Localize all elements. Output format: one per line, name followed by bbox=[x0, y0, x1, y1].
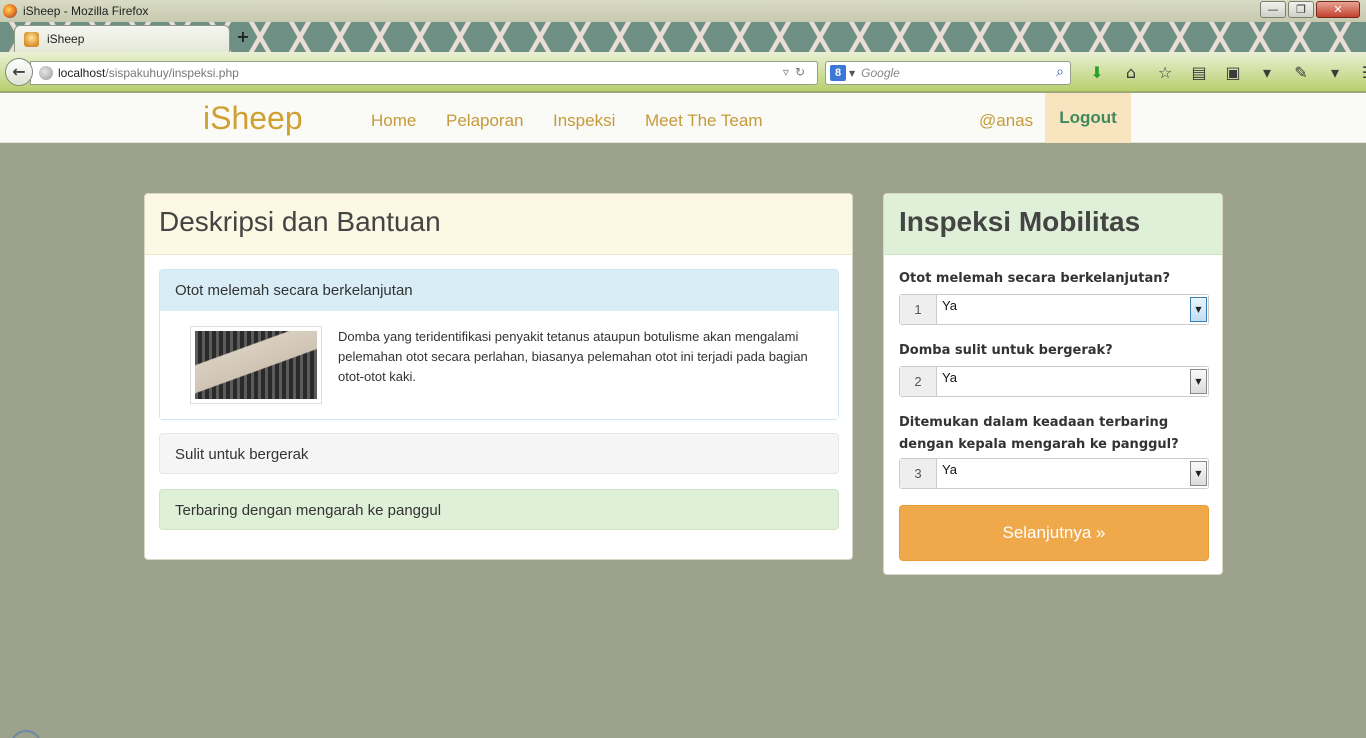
download-icon[interactable]: ⬇ bbox=[1080, 61, 1114, 85]
firefox-logo-icon bbox=[3, 4, 17, 18]
question-select-group: 2 Ya ▼ bbox=[899, 366, 1209, 397]
search-icon[interactable]: ⌕ bbox=[1056, 64, 1064, 80]
home-icon[interactable]: ⌂ bbox=[1114, 61, 1148, 85]
navigation-toolbar: localhost/sispakuhuy/inspeksi.php ▿↻ ← 8… bbox=[0, 52, 1366, 92]
back-button[interactable]: ← bbox=[5, 58, 33, 86]
window-controls: — ❐ ✕ bbox=[1260, 1, 1360, 18]
site-identity-icon[interactable] bbox=[39, 66, 53, 80]
window-title: iSheep - Mozilla Firefox bbox=[23, 4, 149, 18]
url-path: /sispakuhuy/inspeksi.php bbox=[105, 66, 239, 80]
status-circle-icon bbox=[10, 730, 42, 738]
browser-tab[interactable]: iSheep bbox=[14, 25, 230, 52]
accordion-item: Sulit untuk bergerak bbox=[159, 433, 839, 474]
question-number: 3 bbox=[900, 459, 937, 488]
inspection-panel-header: Inspeksi Mobilitas bbox=[884, 194, 1222, 255]
tab-title: iSheep bbox=[47, 32, 85, 46]
chevron-down-icon[interactable]: ▼ bbox=[1190, 369, 1207, 394]
maximize-button[interactable]: ❐ bbox=[1288, 1, 1314, 18]
accordion-body: Domba yang teridentifikasi penyakit teta… bbox=[160, 311, 838, 419]
site-brand[interactable]: iSheep bbox=[203, 100, 303, 137]
help-panel-title: Deskripsi dan Bantuan bbox=[159, 206, 441, 237]
menu-icon[interactable]: ☰ bbox=[1352, 61, 1366, 85]
answer-value: Ya bbox=[942, 462, 957, 477]
accordion-heading[interactable]: Sulit untuk bergerak bbox=[159, 433, 839, 474]
question-label: Otot melemah secara berkelanjutan? bbox=[899, 271, 1171, 286]
minimize-button[interactable]: — bbox=[1260, 1, 1286, 18]
chevron-down-icon[interactable]: ▾ bbox=[1250, 61, 1284, 85]
question-number: 1 bbox=[900, 295, 937, 324]
answer-select[interactable]: Ya ▼ bbox=[937, 459, 1208, 488]
chevron-down-icon[interactable]: ▼ bbox=[849, 69, 855, 78]
site-header: iSheep Home Pelaporan Inspeksi Meet The … bbox=[0, 93, 1366, 143]
chevron-down-icon[interactable]: ▼ bbox=[1190, 297, 1207, 322]
question-select-group: 1 Ya ▼ bbox=[899, 294, 1209, 325]
window-titlebar: iSheep - Mozilla Firefox — ❐ ✕ bbox=[0, 0, 1366, 22]
url-text: localhost/sispakuhuy/inspeksi.php bbox=[58, 66, 239, 80]
question-number: 2 bbox=[900, 367, 937, 396]
help-panel: Deskripsi dan Bantuan Otot melemah secar… bbox=[144, 193, 853, 560]
clipboard-icon[interactable]: ▤ bbox=[1182, 61, 1216, 85]
next-button[interactable]: Selanjutnya » bbox=[899, 505, 1209, 561]
toolbar-icons: ⬇ ⌂ ☆ ▤ ▣ ▾ ✎ ▾ ☰ bbox=[1080, 61, 1366, 85]
sheep-photo bbox=[190, 326, 322, 404]
nav-inspeksi[interactable]: Inspeksi bbox=[553, 111, 615, 131]
eyedropper-icon[interactable]: ✎ bbox=[1284, 61, 1318, 85]
chevron-down-icon[interactable]: ▼ bbox=[1190, 461, 1207, 486]
sheep-image bbox=[195, 331, 317, 399]
new-tab-button[interactable]: + bbox=[234, 28, 252, 46]
accordion-item: Terbaring dengan mengarah ke panggul bbox=[159, 489, 839, 530]
answer-value: Ya bbox=[942, 370, 957, 385]
inspection-panel-title: Inspeksi Mobilitas bbox=[899, 206, 1141, 237]
close-window-button[interactable]: ✕ bbox=[1316, 1, 1360, 18]
search-bar[interactable]: 8 ▼ Google ⌕ bbox=[825, 61, 1071, 85]
favicon-icon bbox=[24, 31, 39, 47]
tab-strip: iSheep + bbox=[0, 22, 1366, 52]
accordion-description: Domba yang teridentifikasi penyakit teta… bbox=[338, 329, 808, 384]
answer-select[interactable]: Ya ▼ bbox=[937, 367, 1208, 396]
help-panel-header: Deskripsi dan Bantuan bbox=[145, 194, 852, 255]
question-select-group: 3 Ya ▼ bbox=[899, 458, 1209, 489]
accordion-item: Otot melemah secara berkelanjutan Domba … bbox=[159, 269, 839, 420]
nav-pelaporan[interactable]: Pelaporan bbox=[446, 111, 524, 131]
url-host: localhost bbox=[58, 66, 106, 80]
bookmark-star-icon[interactable]: ☆ bbox=[1148, 61, 1182, 85]
answer-value: Ya bbox=[942, 298, 957, 313]
url-bar[interactable]: localhost/sispakuhuy/inspeksi.php ▿↻ bbox=[30, 61, 818, 85]
reload-icon[interactable]: ▿↻ bbox=[783, 65, 811, 79]
screenshot-icon[interactable]: ▣ bbox=[1216, 61, 1250, 85]
nav-home[interactable]: Home bbox=[371, 111, 416, 131]
accordion-heading[interactable]: Terbaring dengan mengarah ke panggul bbox=[159, 489, 839, 530]
logout-button[interactable]: Logout bbox=[1045, 93, 1131, 143]
search-placeholder: Google bbox=[861, 66, 900, 80]
nav-user[interactable]: @anas bbox=[979, 111, 1033, 131]
search-engine-icon[interactable]: 8 bbox=[830, 65, 846, 81]
accordion-heading[interactable]: Otot melemah secara berkelanjutan bbox=[160, 270, 838, 311]
chevron-down-icon[interactable]: ▾ bbox=[1318, 61, 1352, 85]
answer-select[interactable]: Ya ▼ bbox=[937, 295, 1208, 324]
nav-meet-the-team[interactable]: Meet The Team bbox=[645, 111, 763, 131]
question-label: Domba sulit untuk bergerak? bbox=[899, 343, 1113, 358]
question-label: Ditemukan dalam keadaan terbaring dengan… bbox=[899, 415, 1179, 452]
inspection-panel: Inspeksi Mobilitas Otot melemah secara b… bbox=[883, 193, 1223, 575]
